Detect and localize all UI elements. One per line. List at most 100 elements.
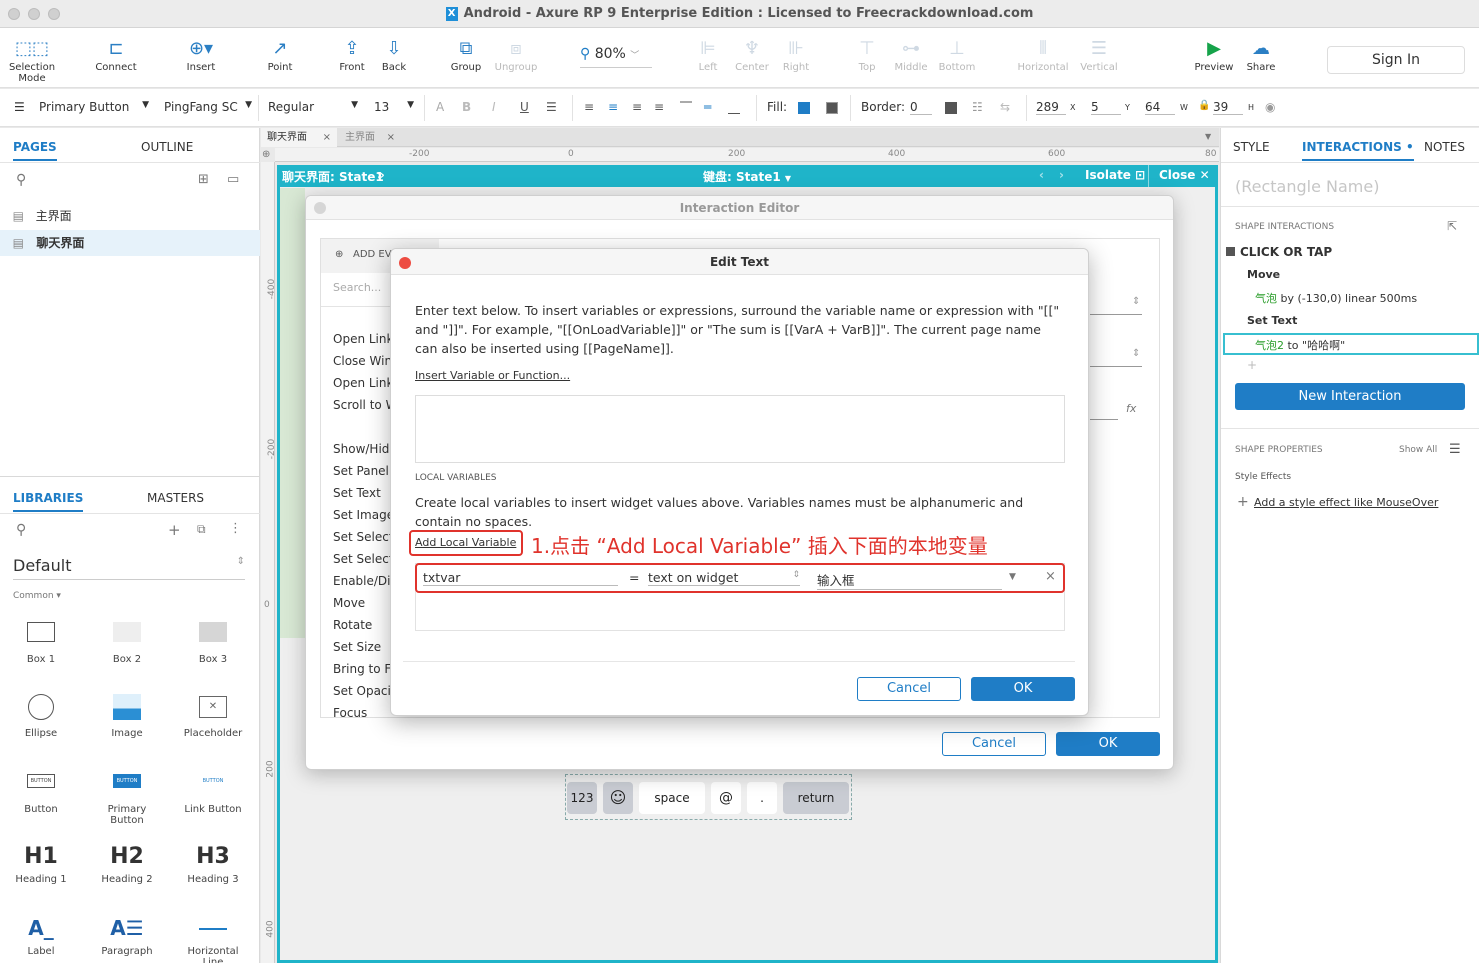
font-size-select[interactable]: 13 ▼ xyxy=(374,100,414,114)
delete-variable-icon[interactable]: × xyxy=(1045,569,1056,584)
new-interaction-button[interactable]: New Interaction xyxy=(1235,383,1465,410)
more-icon[interactable]: ⋮ xyxy=(229,521,242,536)
zoom-select[interactable]: ⚲ 80% ﹀ xyxy=(580,46,652,68)
key-emoji[interactable]: ☺ xyxy=(603,782,633,814)
move-action-detail[interactable]: 气泡 by (-130,0) linear 500ms xyxy=(1255,290,1417,306)
italic-icon[interactable]: I xyxy=(492,100,496,114)
close-icon[interactable]: × xyxy=(387,128,395,147)
align-text-left-icon[interactable]: ≡ xyxy=(584,100,594,114)
widget-heading-3[interactable]: H3 Heading 3 xyxy=(178,844,248,885)
search-icon[interactable]: ⚲ xyxy=(16,522,26,538)
border-color-swatch[interactable] xyxy=(945,102,957,114)
close-icon[interactable]: × xyxy=(323,128,331,147)
distribute-horizontal-button[interactable]: ⫴ Horizontal xyxy=(1011,36,1075,73)
tab-chat[interactable]: 聊天界面 × xyxy=(261,128,337,147)
widget-box-3[interactable]: Box 3 xyxy=(178,622,248,665)
widget-style-select[interactable]: Primary Button ▼ xyxy=(39,100,149,114)
interactions-tab[interactable]: INTERACTIONS • xyxy=(1302,140,1414,161)
interactions-expand-icon[interactable]: ⇱ xyxy=(1447,219,1457,233)
widget-link-button[interactable]: BUTTON Link Button xyxy=(178,774,248,815)
next-state-icon[interactable]: › xyxy=(1059,168,1064,182)
widget-heading-2[interactable]: H2 Heading 2 xyxy=(92,844,162,885)
fill-color-swatch[interactable] xyxy=(798,102,810,114)
et-cancel-button[interactable]: Cancel xyxy=(857,677,961,701)
show-all-toggle[interactable]: Show All xyxy=(1399,445,1437,455)
widget-box-1[interactable]: Box 1 xyxy=(6,622,76,665)
height-input[interactable]: 39 xyxy=(1213,100,1243,115)
page-item-main[interactable]: ▤ 主界面 xyxy=(0,203,260,229)
shadow-swatch[interactable] xyxy=(826,102,838,114)
border-style-icon[interactable]: ☷ xyxy=(972,100,983,114)
bold-icon[interactable]: B xyxy=(462,100,471,114)
point-button[interactable]: ↗ Point xyxy=(248,36,312,73)
align-text-right-icon[interactable]: ≡ xyxy=(632,100,642,114)
widget-horizontal-line[interactable]: Horizontal Line xyxy=(178,916,248,963)
justify-text-icon[interactable]: ≡ xyxy=(654,100,664,114)
font-family-select[interactable]: PingFang SC ▼ xyxy=(164,100,252,114)
menu-icon[interactable]: ☰ xyxy=(1449,442,1461,457)
align-bottom-button[interactable]: ⊥ Bottom xyxy=(925,36,989,73)
connect-button[interactable]: ⊏ Connect xyxy=(84,36,148,73)
ungroup-button[interactable]: ⧈ Ungroup xyxy=(484,36,548,73)
insert-variable-link[interactable]: Insert Variable or Function... xyxy=(415,369,570,382)
page-item-chat[interactable]: ▤ 聊天界面 xyxy=(0,230,260,256)
add-action-icon[interactable]: + xyxy=(1247,358,1257,372)
chevron-down-icon[interactable]: ▼ xyxy=(1009,572,1016,582)
search-icon[interactable]: ⚲ xyxy=(16,172,26,188)
chevron-updown-icon[interactable]: ⇕ xyxy=(1132,296,1140,307)
widget-name-input[interactable]: (Rectangle Name) xyxy=(1235,177,1379,196)
tabs-dropdown-icon[interactable]: ▼ xyxy=(1205,132,1211,141)
key-period[interactable]: . xyxy=(747,782,777,814)
add-library-icon[interactable]: + xyxy=(168,521,181,539)
valign-middle-icon[interactable]: ═ xyxy=(704,100,711,114)
masters-tab[interactable]: MASTERS xyxy=(147,491,204,505)
add-local-variable-link[interactable]: Add Local Variable xyxy=(415,536,516,549)
key-return[interactable]: return xyxy=(783,782,849,814)
move-action[interactable]: Move xyxy=(1247,268,1280,281)
style-tab[interactable]: STYLE xyxy=(1233,140,1270,154)
selection-mode-button[interactable]: ⬚⬚ Selection Mode xyxy=(0,36,64,84)
key-123[interactable]: 123 xyxy=(567,782,597,814)
common-section[interactable]: Common ▾ xyxy=(13,591,61,601)
isolate-button[interactable]: Isolate ⊡ xyxy=(1085,168,1145,182)
tab-main[interactable]: 主界面 × xyxy=(339,128,401,147)
notes-tab[interactable]: NOTES xyxy=(1424,140,1465,154)
widget-primary-button[interactable]: BUTTON Primary Button xyxy=(92,774,162,826)
click-or-tap-event[interactable]: CLICK OR TAP xyxy=(1226,245,1332,259)
ie-cancel-button[interactable]: Cancel xyxy=(942,732,1046,756)
keyboard-state-select[interactable]: 键盘: State1 ▼ xyxy=(703,168,791,185)
widget-ellipse[interactable]: Ellipse xyxy=(6,694,76,739)
ie-search-input[interactable]: Search... xyxy=(333,281,381,294)
back-button[interactable]: ⇩ Back xyxy=(362,36,426,73)
align-right-button[interactable]: ⊪ Right xyxy=(764,36,828,73)
key-at[interactable]: @ xyxy=(711,782,741,814)
sign-in-button[interactable]: Sign In xyxy=(1327,46,1465,74)
widget-paragraph[interactable]: A☰ Paragraph xyxy=(92,916,162,957)
et-text-input[interactable] xyxy=(415,395,1065,463)
font-weight-select[interactable]: Regular ▼ xyxy=(268,100,358,114)
bullet-list-icon[interactable]: ☰ xyxy=(546,100,557,114)
widget-box-2[interactable]: Box 2 xyxy=(92,622,162,665)
border-width-input[interactable]: 0 xyxy=(910,100,932,115)
libraries-tab[interactable]: LIBRARIES xyxy=(13,491,84,512)
close-state-button[interactable]: Close ✕ xyxy=(1159,168,1210,182)
y-input[interactable]: 5 xyxy=(1091,100,1121,115)
library-select[interactable]: Default ⇕ xyxy=(13,556,245,580)
visibility-eye-icon[interactable]: ◉ xyxy=(1265,100,1275,114)
width-input[interactable]: 64 xyxy=(1145,100,1175,115)
key-space[interactable]: space xyxy=(639,782,705,814)
ie-ok-button[interactable]: OK xyxy=(1056,732,1160,756)
pages-tab[interactable]: PAGES xyxy=(13,140,57,161)
arrow-style-icon[interactable]: ⇆ xyxy=(1000,100,1010,114)
insert-button[interactable]: ⊕▾ Insert xyxy=(169,36,233,73)
widget-button[interactable]: BUTTON Button xyxy=(6,774,76,815)
font-color-icon[interactable]: A xyxy=(436,100,444,114)
variable-type-select[interactable]: text on widget ⇕ xyxy=(648,570,800,586)
add-style-effect-link[interactable]: Add a style effect like MouseOver xyxy=(1254,496,1438,509)
distribute-vertical-button[interactable]: ☰ Vertical xyxy=(1067,36,1131,73)
valign-top-icon[interactable]: ⎺ xyxy=(680,100,692,115)
align-text-center-icon[interactable]: ≡ xyxy=(608,100,618,114)
variable-target-select[interactable]: 输入框 xyxy=(817,570,1002,590)
outline-tab[interactable]: OUTLINE xyxy=(141,140,193,154)
add-page-icon[interactable]: ⊞ xyxy=(198,172,209,187)
